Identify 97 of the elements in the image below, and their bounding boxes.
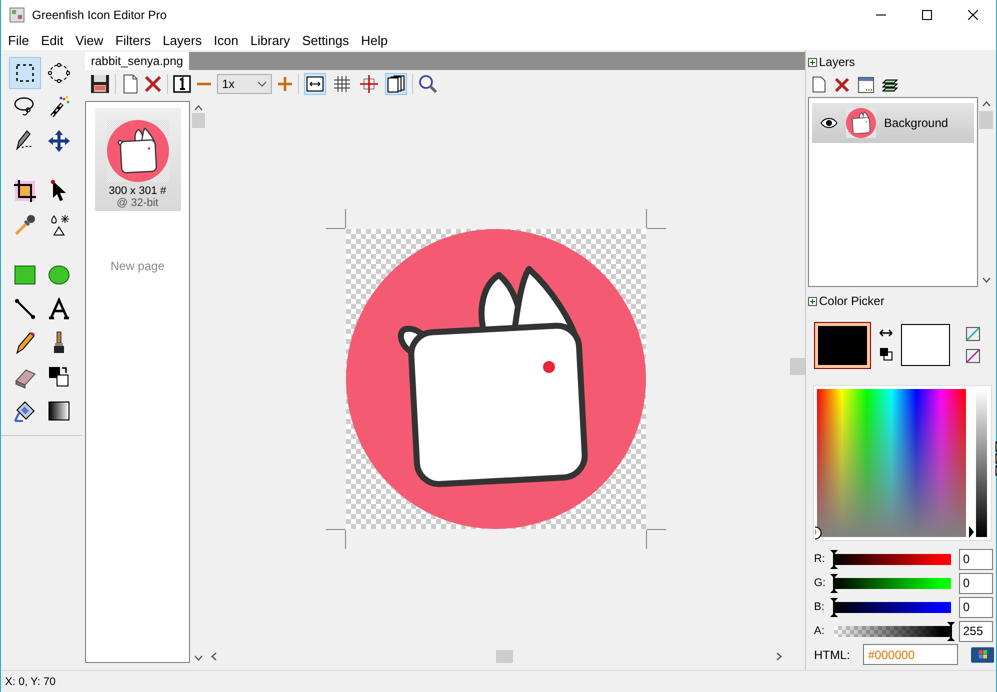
corner-mark xyxy=(326,529,346,549)
html-label: HTML: xyxy=(814,648,850,662)
menu-item[interactable]: Library xyxy=(244,32,296,48)
crosshair-icon xyxy=(360,75,378,93)
scroll-thumb[interactable] xyxy=(790,358,805,374)
brightness-bar[interactable] xyxy=(976,389,987,537)
rectangle-tool-icon xyxy=(13,263,37,287)
layer-name: Background xyxy=(884,116,948,130)
new-layer-icon[interactable] xyxy=(812,76,826,93)
grid-icon xyxy=(333,75,351,93)
swap-colors-icon xyxy=(47,365,71,389)
panel-title: Layers xyxy=(819,55,856,69)
page-size: 300 x 301 # xyxy=(108,185,166,197)
slider-thumb[interactable] xyxy=(830,598,838,616)
swap-arrow-icon[interactable] xyxy=(879,329,893,337)
slider-thumb[interactable] xyxy=(830,550,838,568)
zoom-dropdown[interactable]: 1x xyxy=(217,74,272,94)
bit-depth: @ 32-bit xyxy=(116,197,158,209)
crop-icon xyxy=(13,179,37,203)
menu-item[interactable]: Icon xyxy=(208,32,244,48)
value-field[interactable]: 0 xyxy=(959,548,993,570)
color-cursor-icon[interactable] xyxy=(814,526,824,540)
value-field[interactable]: 0 xyxy=(959,572,993,594)
toggle-button[interactable] xyxy=(385,73,407,95)
toggle-button[interactable] xyxy=(331,73,353,95)
inverse-color-icon[interactable] xyxy=(966,349,980,363)
search-icon[interactable] xyxy=(418,74,438,94)
tool-button[interactable] xyxy=(9,57,41,89)
slider-thumb[interactable] xyxy=(947,622,955,640)
fit-width-icon xyxy=(306,75,324,93)
scroll-up-icon[interactable] xyxy=(194,105,202,111)
scroll-down-icon[interactable] xyxy=(982,277,990,283)
document-tab[interactable]: rabbit_senya.png xyxy=(85,52,190,70)
value-field[interactable]: 0 xyxy=(959,596,993,618)
ellipse-tool-icon xyxy=(47,263,71,287)
scroll-thumb[interactable] xyxy=(192,113,204,128)
window-title: Greenfish Icon Editor Pro xyxy=(32,8,168,22)
channel-label: R: xyxy=(814,553,826,565)
actual-size-icon[interactable] xyxy=(173,75,191,93)
scroll-left-icon[interactable] xyxy=(211,652,217,660)
text-tool-icon xyxy=(47,297,71,321)
panel-title: Color Picker xyxy=(819,294,884,308)
color-spectrum[interactable] xyxy=(817,389,966,537)
scroll-thumb[interactable] xyxy=(979,111,993,129)
maximize-icon[interactable] xyxy=(922,10,932,20)
line-icon xyxy=(13,297,37,321)
visibility-eye-icon[interactable] xyxy=(820,117,838,129)
transparent-color-icon[interactable] xyxy=(966,327,980,341)
layer-properties-icon[interactable] xyxy=(858,76,874,92)
expand-icon[interactable] xyxy=(808,296,817,306)
scroll-thumb[interactable] xyxy=(496,650,513,663)
menu-item[interactable]: File xyxy=(2,32,35,48)
save-icon[interactable] xyxy=(90,74,110,94)
layer-row[interactable]: Background xyxy=(812,103,974,143)
menu-item[interactable]: Layers xyxy=(156,32,208,48)
fill-bucket-icon xyxy=(13,399,37,423)
scroll-right-icon[interactable] xyxy=(776,652,782,660)
channel-label: B: xyxy=(814,601,826,613)
ellipse-select-icon xyxy=(47,61,71,85)
merge-layers-icon[interactable] xyxy=(882,76,898,92)
corner-mark xyxy=(646,209,666,229)
move-icon xyxy=(47,129,71,153)
menu-item[interactable]: Edit xyxy=(34,32,70,48)
delete-icon[interactable] xyxy=(834,76,850,92)
app-icon xyxy=(9,7,25,23)
color-swatch[interactable] xyxy=(814,322,871,368)
system-color-icon[interactable] xyxy=(970,646,994,662)
color-swatch[interactable] xyxy=(901,324,950,366)
menu-item[interactable]: Help xyxy=(355,32,394,48)
toggle-button[interactable] xyxy=(304,73,326,95)
slider-thumb[interactable] xyxy=(830,574,838,592)
corner-mark xyxy=(326,209,346,229)
scroll-down-icon[interactable] xyxy=(194,655,202,661)
pages-icon xyxy=(387,75,405,93)
zoom-in-icon[interactable] xyxy=(277,76,293,92)
expand-icon[interactable] xyxy=(808,58,817,66)
menu-item[interactable]: Settings xyxy=(296,32,356,48)
channel-label: G: xyxy=(814,577,827,589)
cursor-position: X: 0, Y: 70 xyxy=(5,676,56,688)
corner-mark xyxy=(646,529,666,549)
channel-label: A: xyxy=(814,625,826,637)
new-page-link[interactable]: New page xyxy=(110,259,165,273)
toggle-button[interactable] xyxy=(358,73,380,95)
rabbit-drawing xyxy=(846,108,876,138)
eyedropper-icon xyxy=(13,213,37,237)
new-page-icon[interactable] xyxy=(121,74,139,94)
gradient-icon xyxy=(47,399,71,423)
page-thumbnail[interactable]: 300 x 301 # @ 32-bit xyxy=(94,108,180,211)
close-icon[interactable] xyxy=(968,10,978,20)
menu-item[interactable]: View xyxy=(69,32,110,48)
delete-icon[interactable] xyxy=(144,75,162,93)
rabbit-drawing xyxy=(106,120,168,182)
value-field[interactable]: 255 xyxy=(959,620,993,642)
scroll-up-icon[interactable] xyxy=(982,101,990,107)
menu-item[interactable]: Filters xyxy=(109,32,157,48)
caret-icon xyxy=(257,81,267,87)
reset-colors-icon[interactable] xyxy=(879,347,893,361)
